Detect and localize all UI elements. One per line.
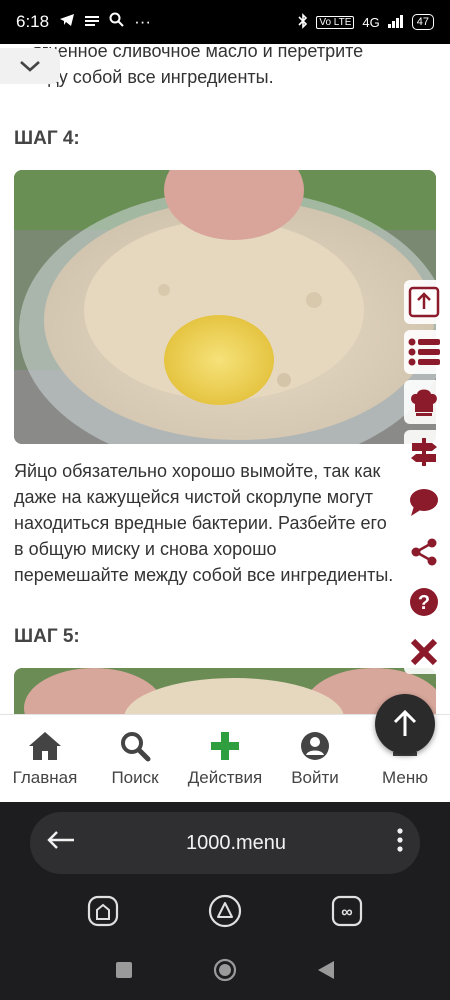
system-back-icon[interactable] [317,960,335,985]
previous-step-text: …ягченное сливочное масло и перетрите ме… [14,44,364,87]
more-dots-icon: ··· [134,12,152,31]
comment-icon [410,489,438,516]
collapse-button[interactable] [0,48,60,84]
step-4-image[interactable] [14,170,436,444]
clock: 6:18 [16,12,50,31]
steps-tool[interactable] [404,430,444,474]
home-icon [29,731,61,760]
more-vert-icon[interactable] [396,827,404,859]
recipe-content: …ягченное сливочное масло и перетрите ме… [0,44,450,714]
nav-search-label: Поиск [111,767,159,787]
nav-login-label: Войти [291,767,339,787]
share-tool[interactable] [404,530,444,574]
list-icon [408,338,440,366]
scroll-to-top-button[interactable] [375,694,435,754]
status-bar: 6:18 ··· Vo LTE 4G 47 [0,0,450,44]
upload-icon [408,286,440,318]
svg-text:∞: ∞ [341,904,352,921]
user-icon [301,731,329,760]
comments-tool[interactable] [404,480,444,524]
nav-search[interactable]: Поиск [90,715,180,802]
nav-menu-label: Меню [382,767,428,787]
network-type: 4G [362,14,380,30]
svg-text:?: ? [418,592,430,614]
address-bar[interactable]: 1000.menu [30,812,420,874]
step-5-title: ШАГ 5: [14,626,80,647]
system-navigation [0,952,450,992]
signpost-icon [411,438,437,466]
browser-toolbar: ∞ [0,894,450,934]
nav-actions-label: Действия [187,767,263,787]
step-5-image[interactable] [14,668,436,714]
search-icon [121,731,151,761]
url-text[interactable]: 1000.menu [76,832,396,855]
scroll-up-tool[interactable] [404,280,444,324]
browser-chrome: 1000.menu ∞ [0,802,450,1000]
close-tool[interactable] [404,630,444,674]
side-toolbar: ? [404,280,444,674]
step-4-title: ШАГ 4: [14,128,80,149]
search-status-icon [109,12,124,32]
nav-home-label: Главная [12,767,78,787]
ingredients-list-tool[interactable] [404,330,444,374]
bluetooth-icon [298,12,308,32]
signal-icon [387,14,404,31]
share-icon [411,538,437,566]
tabs-icon[interactable]: ∞ [330,894,364,934]
chef-hat-icon [411,389,437,416]
system-home-icon[interactable] [213,958,237,987]
alice-assistant-icon[interactable] [208,894,242,934]
nav-actions[interactable]: Действия [180,715,270,802]
step-4-text: Яйцо обязательно хорошо вымойте, так как… [14,461,394,585]
help-tool[interactable]: ? [404,580,444,624]
help-icon: ? [410,588,438,616]
nav-home[interactable]: Главная [0,715,90,802]
battery-indicator: 47 [411,14,434,30]
chevron-down-icon [20,61,40,72]
nav-login[interactable]: Войти [270,715,360,802]
volte-badge: Vo LTE [316,15,355,29]
close-icon [410,638,438,666]
arrow-up-icon [393,710,417,736]
notes-icon [85,12,100,32]
back-arrow-icon[interactable] [46,830,76,856]
recent-apps-icon[interactable] [115,961,133,984]
telegram-icon [59,12,75,32]
browser-home-icon[interactable] [86,894,120,934]
plus-icon [211,731,239,760]
chef-tool[interactable] [404,380,444,424]
